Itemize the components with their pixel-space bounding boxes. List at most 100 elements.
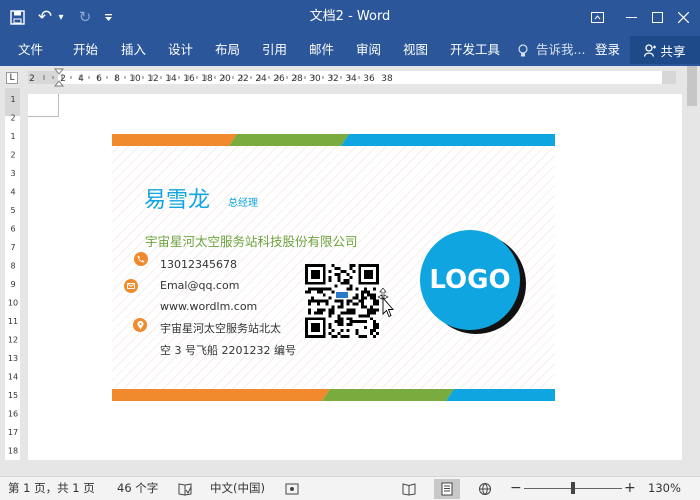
vertical-ruler-number: 13	[8, 354, 18, 363]
vertical-ruler[interactable]: 1 2 1 2 3 4 5 6 7 8 9 10 11 12 13 14 15 16 17 18	[5, 88, 20, 460]
undo-dropdown-icon[interactable]: ▾	[56, 0, 66, 34]
vertical-ruler-number: 17	[8, 428, 18, 437]
ruler-number: 4	[78, 74, 84, 84]
vertical-scrollbar[interactable]	[684, 66, 700, 460]
margin-corner-mark	[28, 94, 59, 117]
website-url: www.wordlm.com	[160, 300, 258, 313]
job-title: 总经理	[228, 198, 258, 209]
ruler-number: 14	[165, 74, 177, 84]
address-line-1: 宇宙星河太空服务站北太	[160, 322, 281, 335]
language-indicator[interactable]: 中文(中国)	[210, 477, 265, 500]
tab-home[interactable]: 开始	[73, 34, 98, 66]
ribbon-display-options-icon[interactable]	[580, 0, 614, 34]
tab-review[interactable]: 审阅	[356, 34, 381, 66]
proofing-icon[interactable]	[178, 482, 192, 496]
ruler-number: 32	[327, 74, 338, 84]
move-cursor-icon	[377, 288, 394, 318]
lightbulb-icon[interactable]	[518, 34, 530, 66]
scrollbar-thumb[interactable]	[687, 66, 697, 106]
email-address: Emal@qq.com	[160, 279, 240, 292]
share-label: 共享	[660, 43, 686, 59]
tell-me-search[interactable]: 告诉我...	[536, 34, 585, 66]
horizontal-ruler[interactable]: L 2 2 4 6 8 10 12 14 16 18 20 22 24 26 28 30 32 34 36 38	[0, 66, 700, 88]
ruler-number: 38	[381, 74, 393, 84]
web-layout-icon[interactable]	[478, 482, 492, 496]
page-count[interactable]: 第 1 页，共 1 页	[8, 477, 95, 500]
tab-mailings[interactable]: 邮件	[309, 34, 334, 66]
ruler-number: 22	[237, 74, 248, 84]
ruler-number: 16	[183, 74, 195, 84]
share-button[interactable]: 共享	[630, 36, 700, 64]
person-name: 易雪龙	[144, 188, 211, 213]
ruler-number: 24	[255, 74, 267, 84]
zoom-in-button[interactable]: +	[624, 477, 636, 500]
vertical-ruler-number: 7	[10, 243, 15, 252]
vertical-ruler-number: 5	[10, 206, 15, 215]
ruler-number: 2	[29, 74, 35, 84]
word-count[interactable]: 46 个字	[117, 477, 158, 500]
tab-developer[interactable]: 开发工具	[450, 34, 500, 66]
vertical-ruler-number: 10	[8, 299, 18, 308]
zoom-out-button[interactable]: −	[510, 477, 522, 500]
close-icon[interactable]	[666, 0, 700, 34]
tab-insert[interactable]: 插入	[121, 34, 146, 66]
status-bar: 第 1 页，共 1 页 46 个字 中文(中国) − + 130%	[0, 476, 700, 500]
undo-icon[interactable]: ↶	[34, 0, 56, 34]
vertical-ruler-number: 6	[10, 225, 15, 234]
logo-placeholder[interactable]: LOGO	[420, 230, 520, 330]
tab-layout[interactable]: 布局	[215, 34, 240, 66]
customize-qat-icon[interactable]	[100, 0, 116, 34]
vertical-ruler-number: 1	[10, 132, 15, 141]
tab-design[interactable]: 设计	[168, 34, 193, 66]
tab-references[interactable]: 引用	[262, 34, 287, 66]
address-line-2: 空 3 号飞船 2201232 编号	[160, 344, 296, 357]
ruler-number: 12	[147, 74, 158, 84]
print-layout-icon	[441, 482, 453, 496]
ruler-strip: 2 2 4 6 8 10 12 14 16 18 20 22 24 26 28 30 32 34 36 38	[28, 71, 676, 84]
vertical-ruler-number: 2	[10, 114, 15, 123]
vertical-ruler-ticks: 12123456789101112131415161718	[8, 95, 18, 456]
vertical-ruler-number: 2	[10, 151, 15, 160]
ruler-number: 26	[273, 74, 285, 84]
title-bar: ↶ ▾ ↻ 文档2 - Word	[0, 0, 700, 34]
person-icon	[644, 43, 657, 57]
card-bottom-stripe	[112, 389, 555, 401]
save-icon[interactable]	[6, 0, 28, 34]
vertical-ruler-number: 4	[10, 188, 15, 197]
redo-icon: ↻	[78, 8, 92, 26]
vertical-ruler-number: 8	[10, 262, 15, 271]
email-icon	[124, 279, 138, 293]
vertical-ruler-number: 1	[10, 95, 15, 104]
tab-view[interactable]: 视图	[403, 34, 428, 66]
vertical-ruler-number: 9	[10, 280, 15, 289]
vertical-ruler-number: 18	[8, 447, 18, 456]
ruler-number: 6	[96, 74, 102, 84]
company-name: 宇宙星河太空服务站科技股份有限公司	[145, 234, 358, 249]
print-layout-view-active[interactable]	[434, 479, 460, 499]
tab-selector[interactable]: L	[6, 72, 18, 84]
qr-code-image[interactable]	[305, 264, 379, 338]
ruler-number: 30	[309, 74, 321, 84]
ruler-ticks: 2 2 4 6 8 10 12 14 16 18 20 22 24 26 28 30 32 34 36 38	[29, 74, 393, 84]
ruler-number: 20	[219, 74, 231, 84]
sign-in-link[interactable]: 登录	[595, 34, 620, 66]
card-top-stripe	[112, 134, 555, 146]
ruler-number: 36	[363, 74, 375, 84]
ribbon-tab-bar: 文件 开始 插入 设计 布局 引用 邮件 审阅 视图 开发工具 告诉我... 登…	[0, 34, 700, 66]
vertical-ruler-number: 15	[8, 391, 18, 400]
zoom-level[interactable]: 130%	[648, 477, 681, 500]
vertical-ruler-number: 14	[8, 373, 18, 382]
ruler-number: 28	[291, 74, 303, 84]
business-card[interactable]: 易雪龙 总经理 宇宙星河太空服务站科技股份有限公司 13012345678 Em…	[112, 134, 555, 401]
vertical-ruler-number: 3	[10, 169, 15, 178]
indent-marker-icon[interactable]	[54, 68, 64, 88]
ruler-number: 8	[114, 74, 120, 84]
macro-record-icon[interactable]	[285, 482, 299, 496]
logo-text: LOGO	[429, 265, 511, 295]
ruler-number: 10	[129, 74, 141, 84]
location-pin-icon	[133, 318, 147, 332]
zoom-slider-thumb[interactable]	[571, 482, 575, 494]
tab-file[interactable]: 文件	[18, 34, 43, 66]
phone-number: 13012345678	[160, 258, 237, 271]
read-mode-icon[interactable]	[402, 482, 416, 496]
